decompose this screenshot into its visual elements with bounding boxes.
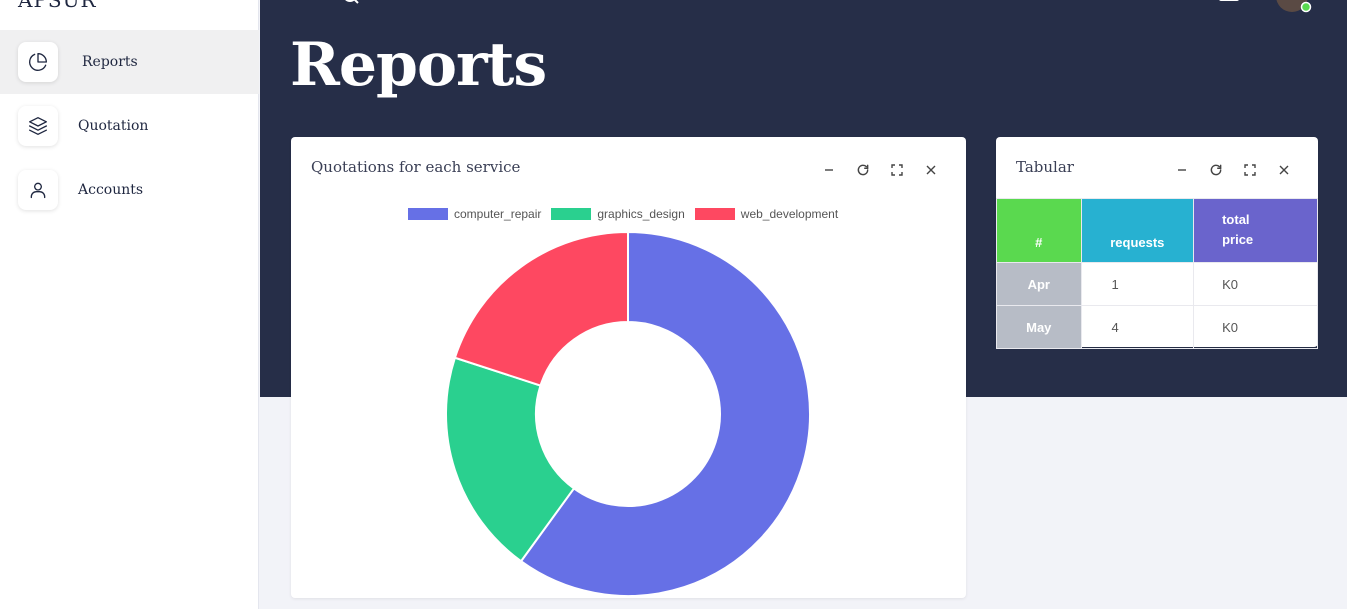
sidebar-item-label: Quotation xyxy=(78,118,149,134)
table-cell: K0 xyxy=(1193,262,1318,306)
sidebar: APSUR Reports Quotation Accounts xyxy=(0,0,259,609)
table-card: Tabular # requests total price Apr 1 K0 … xyxy=(996,137,1318,349)
minimize-icon[interactable] xyxy=(1173,161,1191,179)
chart-card: Quotations for each service computer_rep… xyxy=(291,137,966,598)
notification-icon[interactable] xyxy=(1218,0,1240,12)
data-table: # requests total price Apr 1 K0 May 4 K0 xyxy=(996,198,1318,349)
doughnut-chart xyxy=(445,230,811,597)
table-cell: 4 xyxy=(1080,305,1195,349)
avatar[interactable] xyxy=(1274,0,1312,21)
sidebar-item-reports[interactable]: Reports xyxy=(0,30,259,94)
table-row: May 4 K0 xyxy=(996,305,1318,349)
sidebar-item-quotation[interactable]: Quotation xyxy=(0,94,259,158)
column-header: requests xyxy=(1080,198,1195,263)
slice-web-development[interactable] xyxy=(453,230,629,387)
row-label: May xyxy=(996,305,1082,349)
fullscreen-icon[interactable] xyxy=(292,0,312,12)
page-title: Reports xyxy=(290,30,547,100)
card-toolbar xyxy=(1173,161,1293,179)
pie-chart-icon xyxy=(18,42,58,82)
table-cell: 1 xyxy=(1080,262,1195,306)
user-icon xyxy=(18,170,58,210)
layers-icon xyxy=(18,106,58,146)
column-header: total price xyxy=(1193,198,1318,263)
close-icon[interactable] xyxy=(1275,161,1293,179)
sidebar-item-label: Reports xyxy=(82,54,138,70)
table-row: Apr 1 K0 xyxy=(996,262,1318,306)
row-label: Apr xyxy=(996,262,1082,306)
brand-logo: APSUR xyxy=(18,0,97,12)
sidebar-item-label: Accounts xyxy=(78,182,144,198)
expand-icon[interactable] xyxy=(1241,161,1259,179)
table-cell: K0 xyxy=(1193,305,1318,349)
search-icon[interactable] xyxy=(342,0,360,12)
table-card-title: Tabular xyxy=(1016,158,1074,176)
refresh-icon[interactable] xyxy=(1207,161,1225,179)
sidebar-item-accounts[interactable]: Accounts xyxy=(0,158,259,222)
column-header: # xyxy=(996,198,1082,263)
